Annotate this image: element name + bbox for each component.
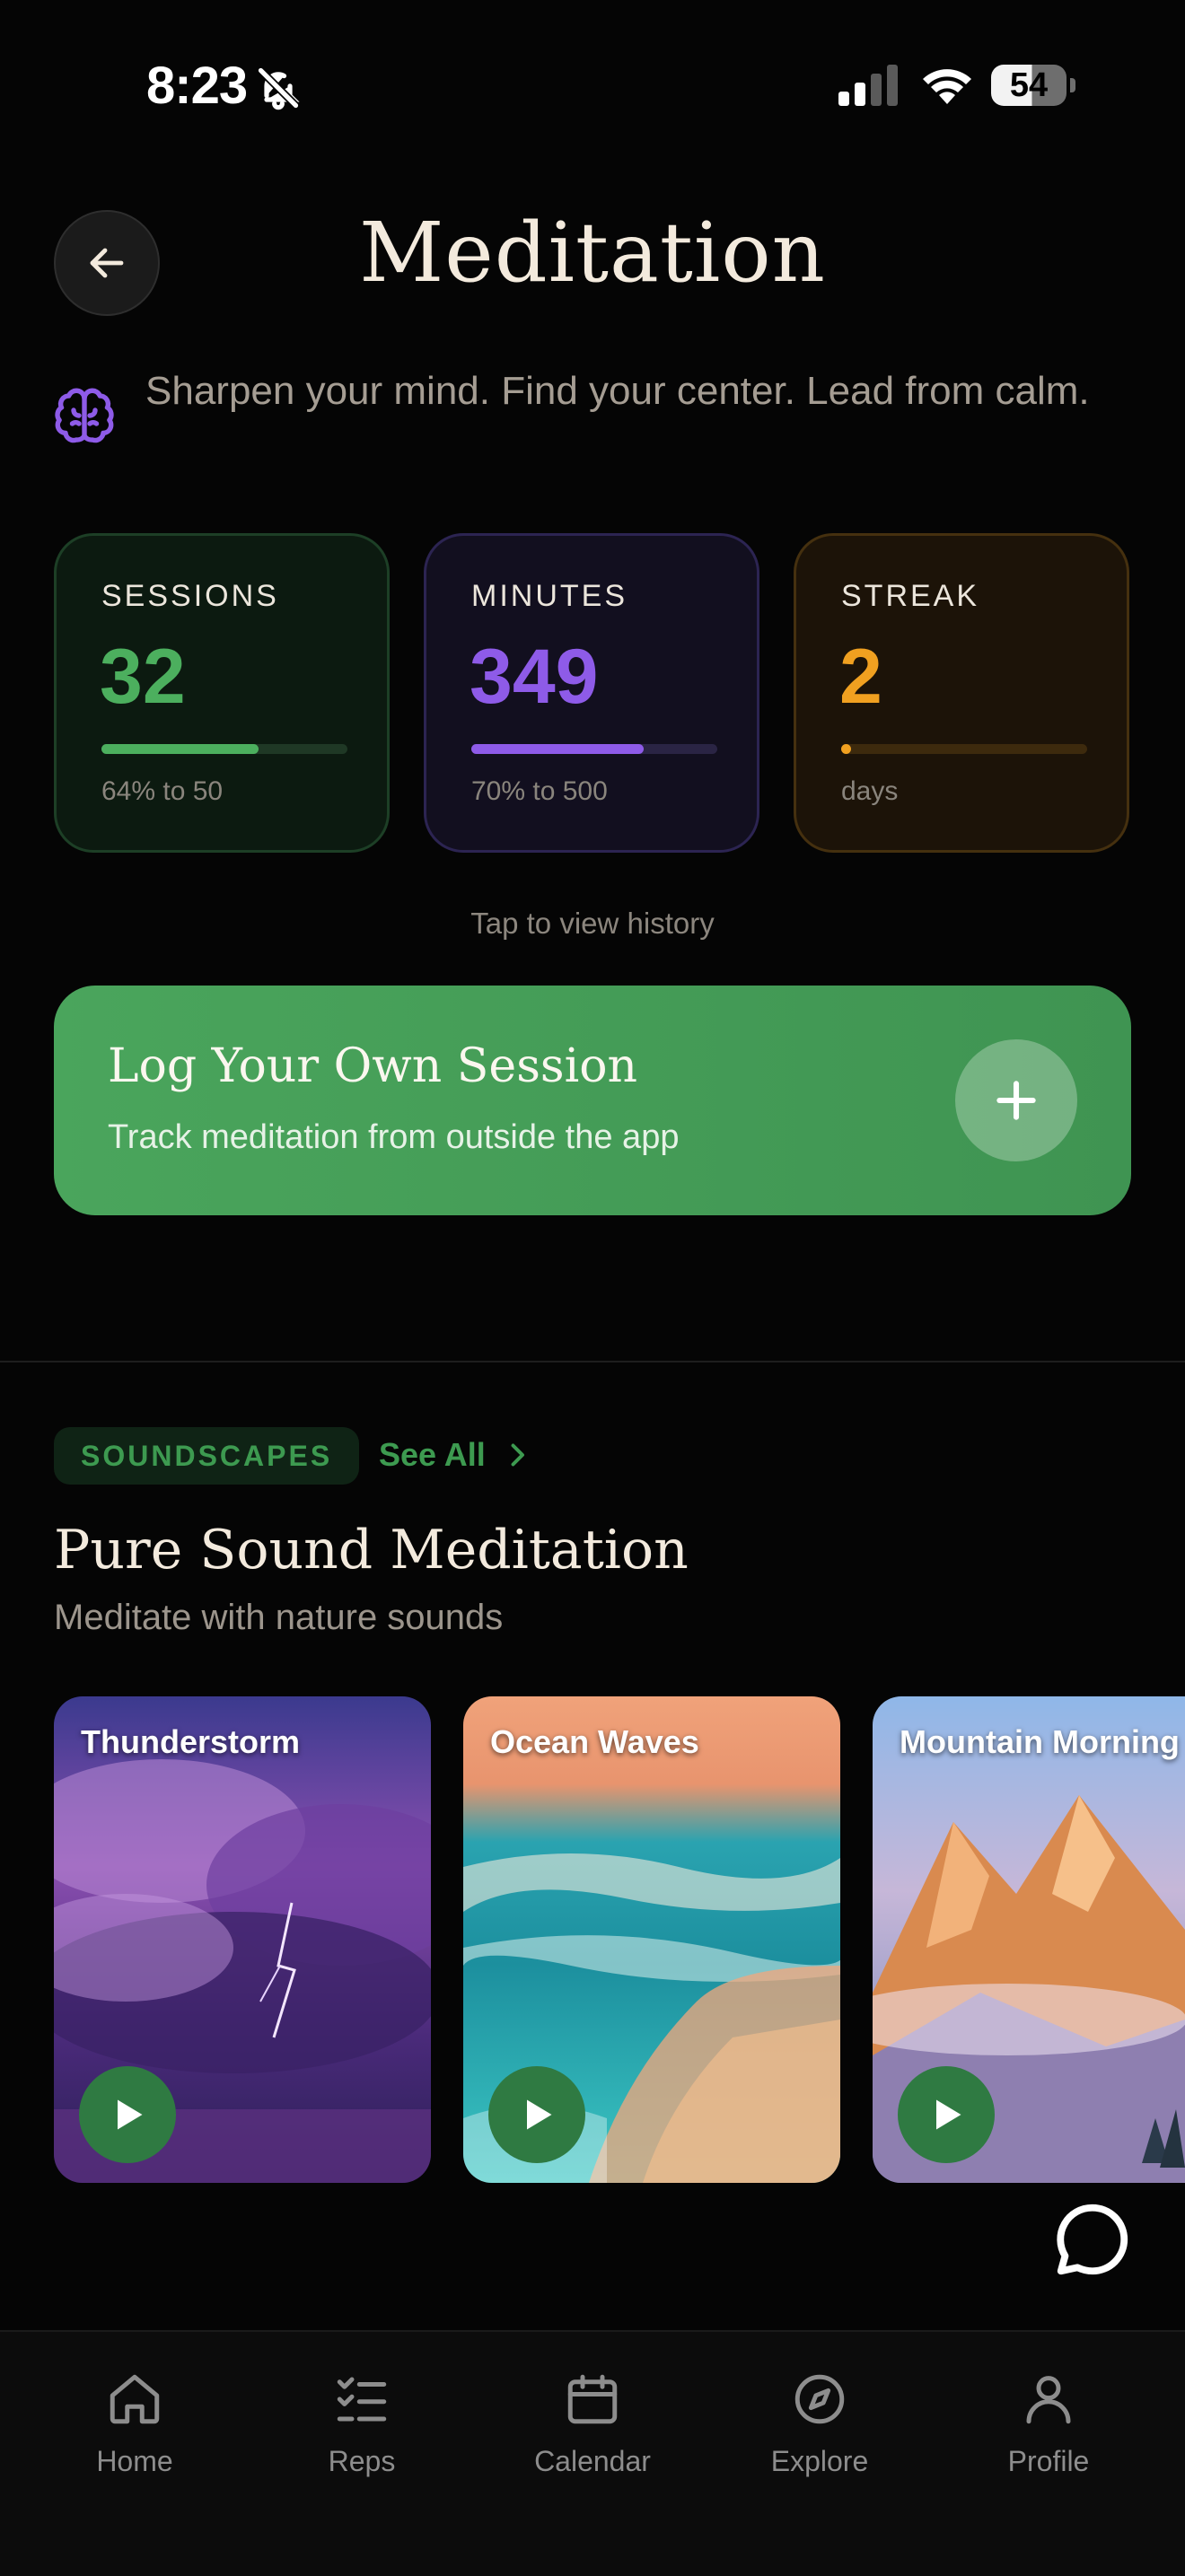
tab-label: Reps — [328, 2445, 396, 2477]
compass-icon — [794, 2374, 845, 2424]
log-session-card[interactable]: Log Your Own Session Track meditation fr… — [54, 986, 1131, 1215]
play-button[interactable] — [898, 2066, 995, 2163]
play-icon — [118, 2099, 143, 2130]
progress-bar — [101, 744, 347, 754]
tab-home[interactable]: Home — [45, 2370, 224, 2478]
calendar-icon — [567, 2374, 618, 2424]
chat-bubble-icon[interactable] — [1050, 2197, 1135, 2282]
tab-label: Profile — [1007, 2445, 1090, 2477]
page-title: Meditation — [359, 205, 826, 301]
play-icon — [936, 2099, 961, 2130]
person-icon — [1026, 2376, 1071, 2424]
cellular-signal-icon — [838, 65, 898, 106]
soundscape-title: Thunderstorm — [81, 1723, 301, 1760]
brain-icon — [55, 388, 114, 443]
see-all-link[interactable]: See All — [379, 1436, 529, 1474]
stat-note: 70% to 500 — [471, 776, 608, 806]
tab-label: Explore — [770, 2445, 869, 2477]
soundscape-card-mountain-morning[interactable]: Mountain Morning — [873, 1696, 1185, 2183]
chevron-right-icon — [511, 1443, 524, 1467]
stat-label: MINUTES — [471, 579, 628, 613]
plus-icon — [996, 1081, 1036, 1120]
tab-label: Calendar — [534, 2445, 651, 2477]
wifi-icon — [923, 69, 971, 104]
progress-fill — [101, 744, 259, 754]
progress-fill — [471, 744, 644, 754]
tab-profile[interactable]: Profile — [959, 2370, 1138, 2478]
status-time: 8:23 — [146, 57, 248, 115]
sessions-stat-card[interactable]: SESSIONS 32 64% to 50 — [54, 533, 390, 853]
log-session-subtitle: Track meditation from outside the app — [108, 1118, 680, 1156]
stat-value: 2 — [839, 634, 882, 720]
section-subtitle: Meditate with nature sounds — [54, 1598, 504, 1637]
stat-value: 349 — [470, 634, 599, 720]
tab-reps[interactable]: Reps — [272, 2370, 452, 2478]
checklist-icon — [337, 2377, 387, 2422]
tab-label: Home — [96, 2445, 173, 2477]
stat-note: days — [841, 776, 899, 806]
stat-label: SESSIONS — [101, 579, 279, 613]
streak-stat-card[interactable]: STREAK 2 days — [794, 533, 1129, 853]
bottom-tab-bar: Home Reps Calendar Explore Profile — [0, 2330, 1185, 2576]
soundscapes-tag: SOUNDSCAPES — [54, 1427, 360, 1485]
progress-bar — [471, 744, 717, 754]
see-all-label: See All — [379, 1436, 486, 1473]
stat-label: STREAK — [841, 579, 980, 613]
progress-bar — [841, 744, 1087, 754]
stat-note: 64% to 50 — [101, 776, 224, 806]
soundscape-card-thunderstorm[interactable]: Thunderstorm — [54, 1696, 431, 2183]
progress-fill — [841, 744, 851, 754]
soundscape-card-ocean-waves[interactable]: Ocean Waves — [463, 1696, 840, 2183]
view-history-link[interactable]: Tap to view history — [0, 907, 1185, 941]
log-session-title: Log Your Own Session — [108, 1039, 638, 1093]
soundscape-title: Ocean Waves — [490, 1723, 699, 1760]
tab-explore[interactable]: Explore — [730, 2370, 909, 2478]
stat-value: 32 — [100, 634, 186, 720]
play-button[interactable] — [488, 2066, 585, 2163]
play-icon — [527, 2099, 552, 2130]
play-button[interactable] — [79, 2066, 176, 2163]
section-title: Pure Sound Meditation — [54, 1519, 689, 1582]
minutes-stat-card[interactable]: MINUTES 349 70% to 500 — [424, 533, 759, 853]
tab-calendar[interactable]: Calendar — [503, 2370, 682, 2478]
soundscape-title: Mountain Morning — [900, 1723, 1180, 1760]
add-session-button[interactable] — [955, 1039, 1077, 1161]
home-icon — [110, 2374, 160, 2424]
page-subtitle: Sharpen your mind. Find your center. Lea… — [145, 369, 1090, 413]
battery-indicator: 54 — [991, 65, 1075, 106]
section-divider — [0, 1361, 1185, 1362]
bell-muted-icon — [257, 66, 300, 110]
